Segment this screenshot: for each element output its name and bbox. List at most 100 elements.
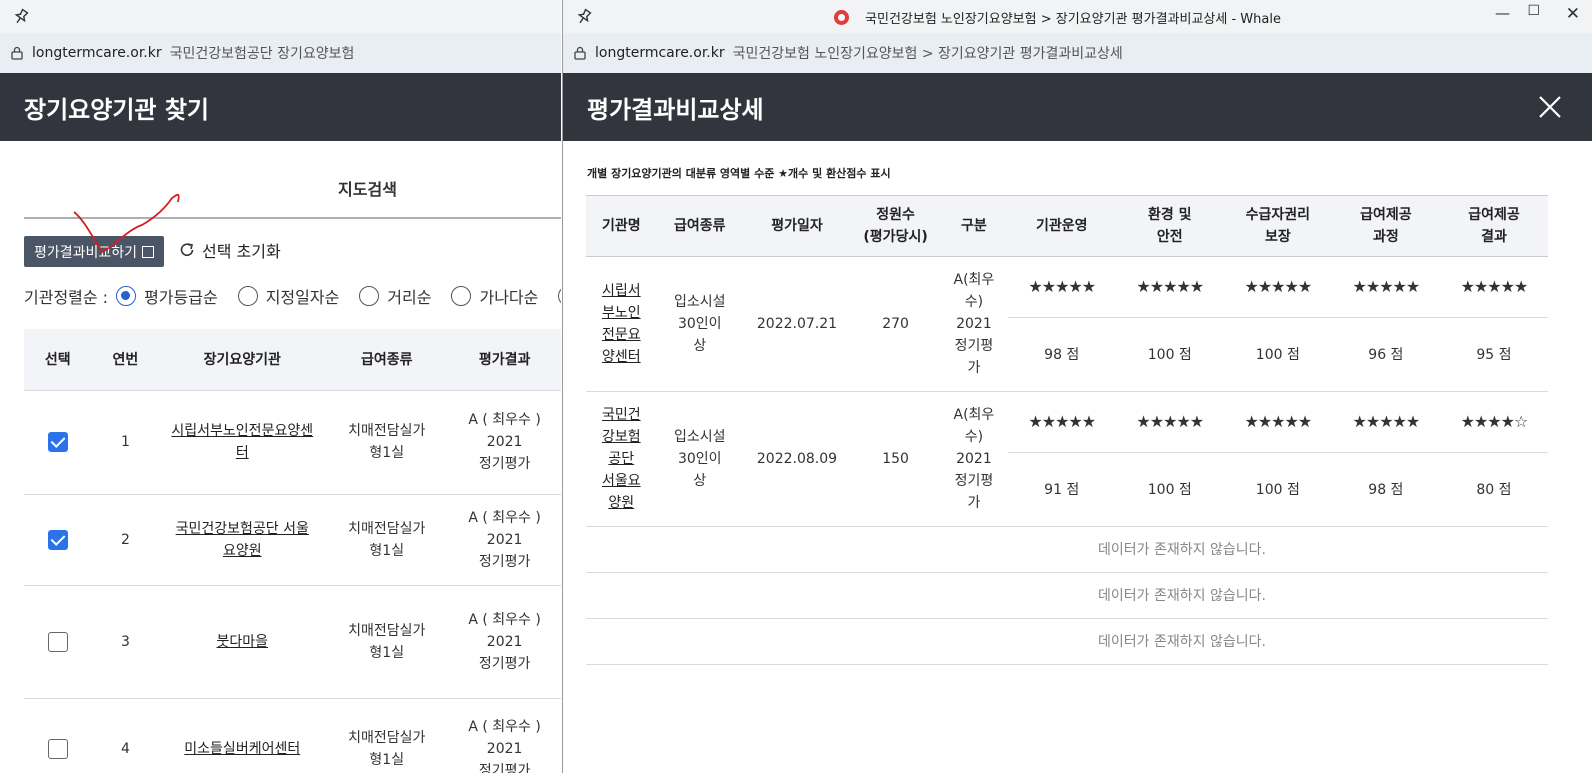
row-number: 2 (91, 494, 160, 586)
sort-radio-alpha[interactable]: 가나다순 (451, 284, 538, 308)
reset-selection-button[interactable]: 선택 초기화 (178, 238, 281, 262)
sort-radio-grade[interactable]: 평가등급순 (116, 284, 218, 308)
reset-label: 선택 초기화 (202, 242, 281, 261)
facility-link[interactable]: 시립서부노인전문요양센터 (602, 283, 641, 365)
facility-link[interactable]: 붓다마을 (216, 634, 268, 650)
table-header-row: 선택 연번 장기요양기관 급여종류 평가결과 (24, 329, 561, 391)
window-title: 국민건강보험 노인장기요양보험 > 장기요양기관 평가결과비교상세 - Whal… (563, 8, 1592, 27)
sort-radio-extra[interactable] (558, 286, 561, 306)
grade: A(최우수) 2021 정기평가 (940, 391, 1008, 527)
col-header-line: 구분 (961, 218, 987, 234)
eval-line: A ( 최우수 ) (468, 611, 541, 628)
col-header: 평가일자 (742, 195, 852, 257)
row-checkbox[interactable] (47, 529, 68, 550)
benefit-type: 치매전담실가형1실 (325, 494, 449, 586)
eval-result: A ( 최우수 ) 2021 정기평가 (448, 585, 561, 699)
app-header: 장기요양기관 찾기 (0, 73, 561, 141)
eval-line: 2021 (486, 434, 523, 450)
eval-line: A ( 최우수 ) (468, 509, 541, 526)
table-row: 4 미소들실버케어센터 치매전담실가형1실 A ( 최우수 ) 2021 정기평가 (24, 698, 561, 773)
score: 98 점 (1331, 452, 1440, 527)
whale-logo-icon (834, 10, 850, 25)
score: 95 점 (1439, 317, 1548, 392)
left-address-bar[interactable]: longtermcare.or.kr 국민건강보험공단 장기요양보험 (0, 33, 561, 73)
page-title: 국민건강보험공단 장기요양보험 (169, 46, 355, 62)
empty-row: 데이터가 존재하지 않습니다. (586, 618, 1548, 665)
radio[interactable] (359, 286, 380, 306)
empty-row: 데이터가 존재하지 않습니다. (586, 526, 1548, 573)
pin-icon[interactable] (12, 8, 30, 26)
facility-table: 선택 연번 장기요양기관 급여종류 평가결과 1 시립서부노인전문요양센터치매전담… (24, 329, 561, 773)
eval-line: 정기평가 (478, 456, 531, 472)
right-browser-window: 국민건강보험 노인장기요양보험 > 장기요양기관 평가결과비교상세 - Whal… (562, 0, 1592, 773)
eval-result: A ( 최우수 ) 2021 정기평가 (448, 698, 561, 773)
benefit-type: 입소시설30인이상 (656, 391, 743, 527)
eval-line: 2021 (486, 633, 523, 650)
close-icon[interactable] (1536, 93, 1564, 121)
facility-name-cell: 시립서부노인전문요양센터 (159, 390, 326, 495)
col-header: 정원수 (평가당시) (851, 195, 941, 257)
select-cell (24, 698, 92, 773)
facility-link[interactable]: 미소들실버케어센터 (184, 741, 300, 757)
empty-message: 데이터가 존재하지 않습니다. (586, 572, 1548, 619)
col-header-line: 보장 (1264, 229, 1291, 245)
col-header: 기관운영 (1007, 195, 1116, 257)
eval-line: 정기평가 (478, 553, 531, 570)
eval-result: A ( 최우수 ) 2021 정기평가 (448, 390, 561, 495)
minimize-icon[interactable]: — (1495, 4, 1510, 22)
score: 91 점 (1007, 452, 1116, 527)
sort-radio-date[interactable]: 지정일자순 (237, 284, 340, 308)
row-number: 1 (91, 390, 160, 495)
capacity: 270 (851, 256, 941, 392)
row-checkbox[interactable] (47, 432, 68, 452)
table-row: 국민건강보험공단 서울요양원 입소시설30인이상 2022.08.09 150 A(최우… (586, 391, 1548, 527)
select-cell (24, 390, 92, 495)
radio[interactable] (451, 286, 472, 306)
empty-message: 데이터가 존재하지 않습니다. (586, 618, 1548, 665)
radio[interactable] (237, 286, 258, 306)
star-rating: ★★★★★ (1331, 256, 1440, 318)
col-header-line: (평가당시) (863, 229, 928, 245)
col-header-line: 정원수 (876, 207, 915, 223)
row-checkbox[interactable] (47, 631, 68, 652)
modal-title: 평가결과비교상세 (587, 95, 764, 124)
select-cell (24, 494, 92, 586)
table-row: 2 국민건강보험공단 서울요양원 치매전담실가형1실 A ( 최우수 ) 2021 정기평… (24, 494, 561, 586)
facility-name-cell: 국민건강보험공단 서울요양원 (159, 494, 326, 586)
grade-line: 정기평가 (954, 338, 994, 376)
eval-date: 2022.08.09 (742, 391, 852, 527)
star-rating: ★★★★★ (1115, 256, 1224, 318)
star-rating: ★★★★★ (1223, 256, 1332, 318)
lock-icon (574, 46, 586, 60)
score: 80 점 (1439, 452, 1548, 527)
lock-icon (11, 46, 23, 60)
sort-option-label: 가나다순 (479, 288, 539, 307)
url-domain: longtermcare.or.kr (32, 45, 162, 61)
benefit-type: 치매전담실가형1실 (325, 698, 449, 773)
sort-option-label: 지정일자순 (265, 288, 340, 307)
star-rating: ★★★★★ (1115, 391, 1224, 453)
facility-link[interactable]: 시립서부노인전문요양센터 (171, 423, 313, 461)
radio-selected[interactable] (116, 286, 137, 306)
maximize-icon[interactable]: ☐ (1527, 3, 1540, 19)
eval-line: 2021 (486, 531, 523, 548)
facility-link[interactable]: 국민건강보험공단 서울요양원 (176, 521, 309, 559)
row-checkbox[interactable] (47, 738, 68, 759)
star-rating: ★★★★☆ (1439, 391, 1548, 453)
header-title: 장기요양기관 찾기 (24, 95, 209, 124)
right-address-bar[interactable]: longtermcare.or.kr 국민건강보험 노인장기요양보험 > 장기요… (563, 33, 1592, 73)
comparison-table: 기관명 급여종류 평가일자 정원수 (평가당시) 구분 기관운영 환경 및 안전 수급자권리 보장 급… (586, 195, 1548, 665)
facility-link[interactable]: 국민건강보험공단 서울요양원 (602, 407, 641, 511)
table-row: 시립서부노인전문요양센터 입소시설30인이상 2022.07.21 270 A(최우수)… (586, 256, 1548, 392)
facility-name-cell: 붓다마을 (159, 585, 326, 699)
capacity: 150 (851, 391, 941, 527)
col-header: 장기요양기관 (159, 329, 326, 391)
col-header-line: 환경 및 (1148, 207, 1192, 223)
empty-message: 데이터가 존재하지 않습니다. (586, 526, 1548, 573)
score: 98 점 (1007, 317, 1116, 392)
sort-radio-distance[interactable]: 거리순 (359, 284, 431, 308)
window-close-icon[interactable]: ✕ (1566, 4, 1580, 24)
star-rating: ★★★★★ (1439, 256, 1548, 318)
radio[interactable] (558, 286, 561, 306)
score: 100 점 (1115, 452, 1224, 527)
